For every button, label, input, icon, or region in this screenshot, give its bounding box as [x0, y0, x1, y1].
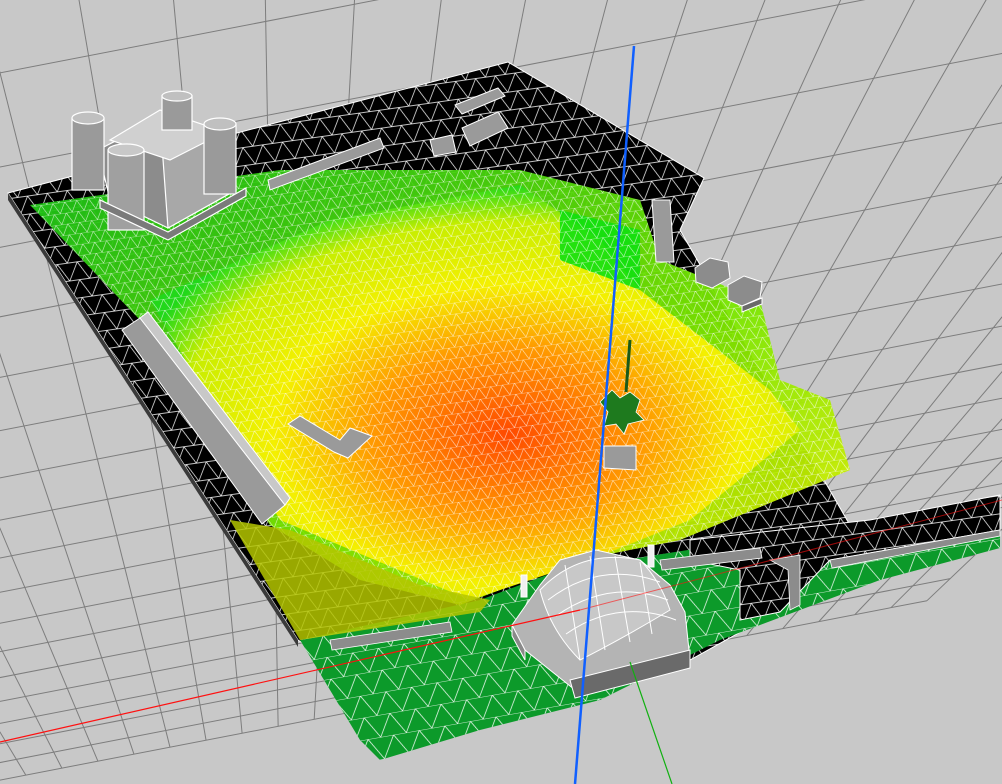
grid-line: [0, 731, 27, 776]
grid-line: [0, 645, 63, 769]
scene-canvas[interactable]: [0, 0, 1002, 784]
y-axis: [629, 661, 673, 784]
grid-line: [0, 352, 135, 755]
3d-viewport[interactable]: [0, 0, 1002, 784]
